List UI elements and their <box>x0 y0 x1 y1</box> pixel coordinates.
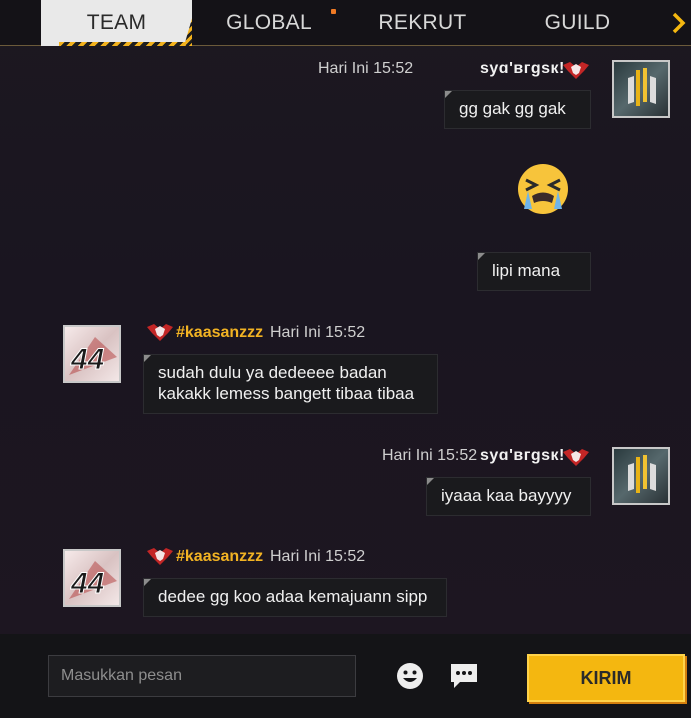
message-text: gg gak gg gak <box>459 99 566 118</box>
rank-badge-icon <box>147 548 173 565</box>
message-time: Hari Ini 15:52 <box>270 324 366 341</box>
sender-tag: #kaasanzzz <box>176 324 264 341</box>
message-time: Hari Ini 15:52 <box>270 548 366 565</box>
number-44-avatar[interactable]: 44 <box>63 325 121 383</box>
message-bubble: gg gak gg gak <box>444 90 591 129</box>
message-text: iyaaa kaa bayyyy <box>441 486 572 505</box>
message-time: Hari Ini 15:52 <box>382 447 478 464</box>
input-bar: KIRIM <box>0 634 691 718</box>
sender-name: #kaasanzzz <box>176 324 263 342</box>
tab-global-label: GLOBAL <box>226 11 312 34</box>
sender-name: #kaasanzzz <box>176 548 263 566</box>
tab-team-label: TEAM <box>86 11 147 34</box>
rank-badge-icon <box>563 62 589 79</box>
message-input[interactable] <box>48 655 356 697</box>
message-time: Hari Ini 15:52 <box>318 60 414 77</box>
send-button[interactable]: KIRIM <box>527 654 685 702</box>
chat-bubble-icon[interactable] <box>447 659 481 693</box>
sender-name: syɑ'вгgsк! <box>480 447 565 465</box>
svg-text:44: 44 <box>70 567 105 600</box>
tab-bar: TEAM GLOBAL REKRUT GUILD <box>0 0 691 46</box>
rank-badge-icon <box>147 324 173 341</box>
message-bubble: sudah dulu ya dedeeee badan kakakk lemes… <box>143 354 438 414</box>
svg-text:44: 44 <box>70 343 105 376</box>
gold-sword-avatar[interactable] <box>612 60 670 118</box>
number-44-avatar[interactable]: 44 <box>63 549 121 607</box>
message-text: dedee gg koo adaa kemajuann sipp <box>158 587 428 606</box>
message-bubble: iyaaa kaa bayyyy <box>426 477 591 516</box>
tab-global[interactable]: GLOBAL <box>200 0 338 46</box>
crying-emoji-icon <box>518 164 568 214</box>
emoji-picker-icon[interactable] <box>393 659 427 693</box>
message-text-line: sudah dulu ya dedeeee badan <box>158 363 387 382</box>
message-bubble: lipi mana <box>477 252 591 291</box>
notification-dot <box>331 9 336 14</box>
send-button-label: KIRIM <box>580 667 632 688</box>
tab-guild[interactable]: GUILD <box>510 0 645 46</box>
sender-name: syɑ'вгgsк! <box>480 60 565 78</box>
message-text-line: kakakk lemess bangett tibaa tibaa <box>158 384 415 403</box>
tab-team[interactable]: TEAM <box>41 0 192 46</box>
tab-guild-label: GUILD <box>544 11 611 34</box>
chevron-right-icon[interactable] <box>669 8 689 38</box>
tab-rekrut[interactable]: REKRUT <box>350 0 495 46</box>
rank-badge-icon <box>563 449 589 466</box>
message-text: lipi mana <box>492 261 561 280</box>
sender-name-text: syɑ'вгgsк! <box>480 447 565 464</box>
tab-rekrut-label: REKRUT <box>378 11 467 34</box>
message-bubble: dedee gg koo adaa kemajuann sipp <box>143 578 447 617</box>
sender-tag: #kaasanzzz <box>176 548 264 565</box>
gold-sword-avatar[interactable] <box>612 447 670 505</box>
sender-name-text: syɑ'вгgsк! <box>480 60 565 77</box>
